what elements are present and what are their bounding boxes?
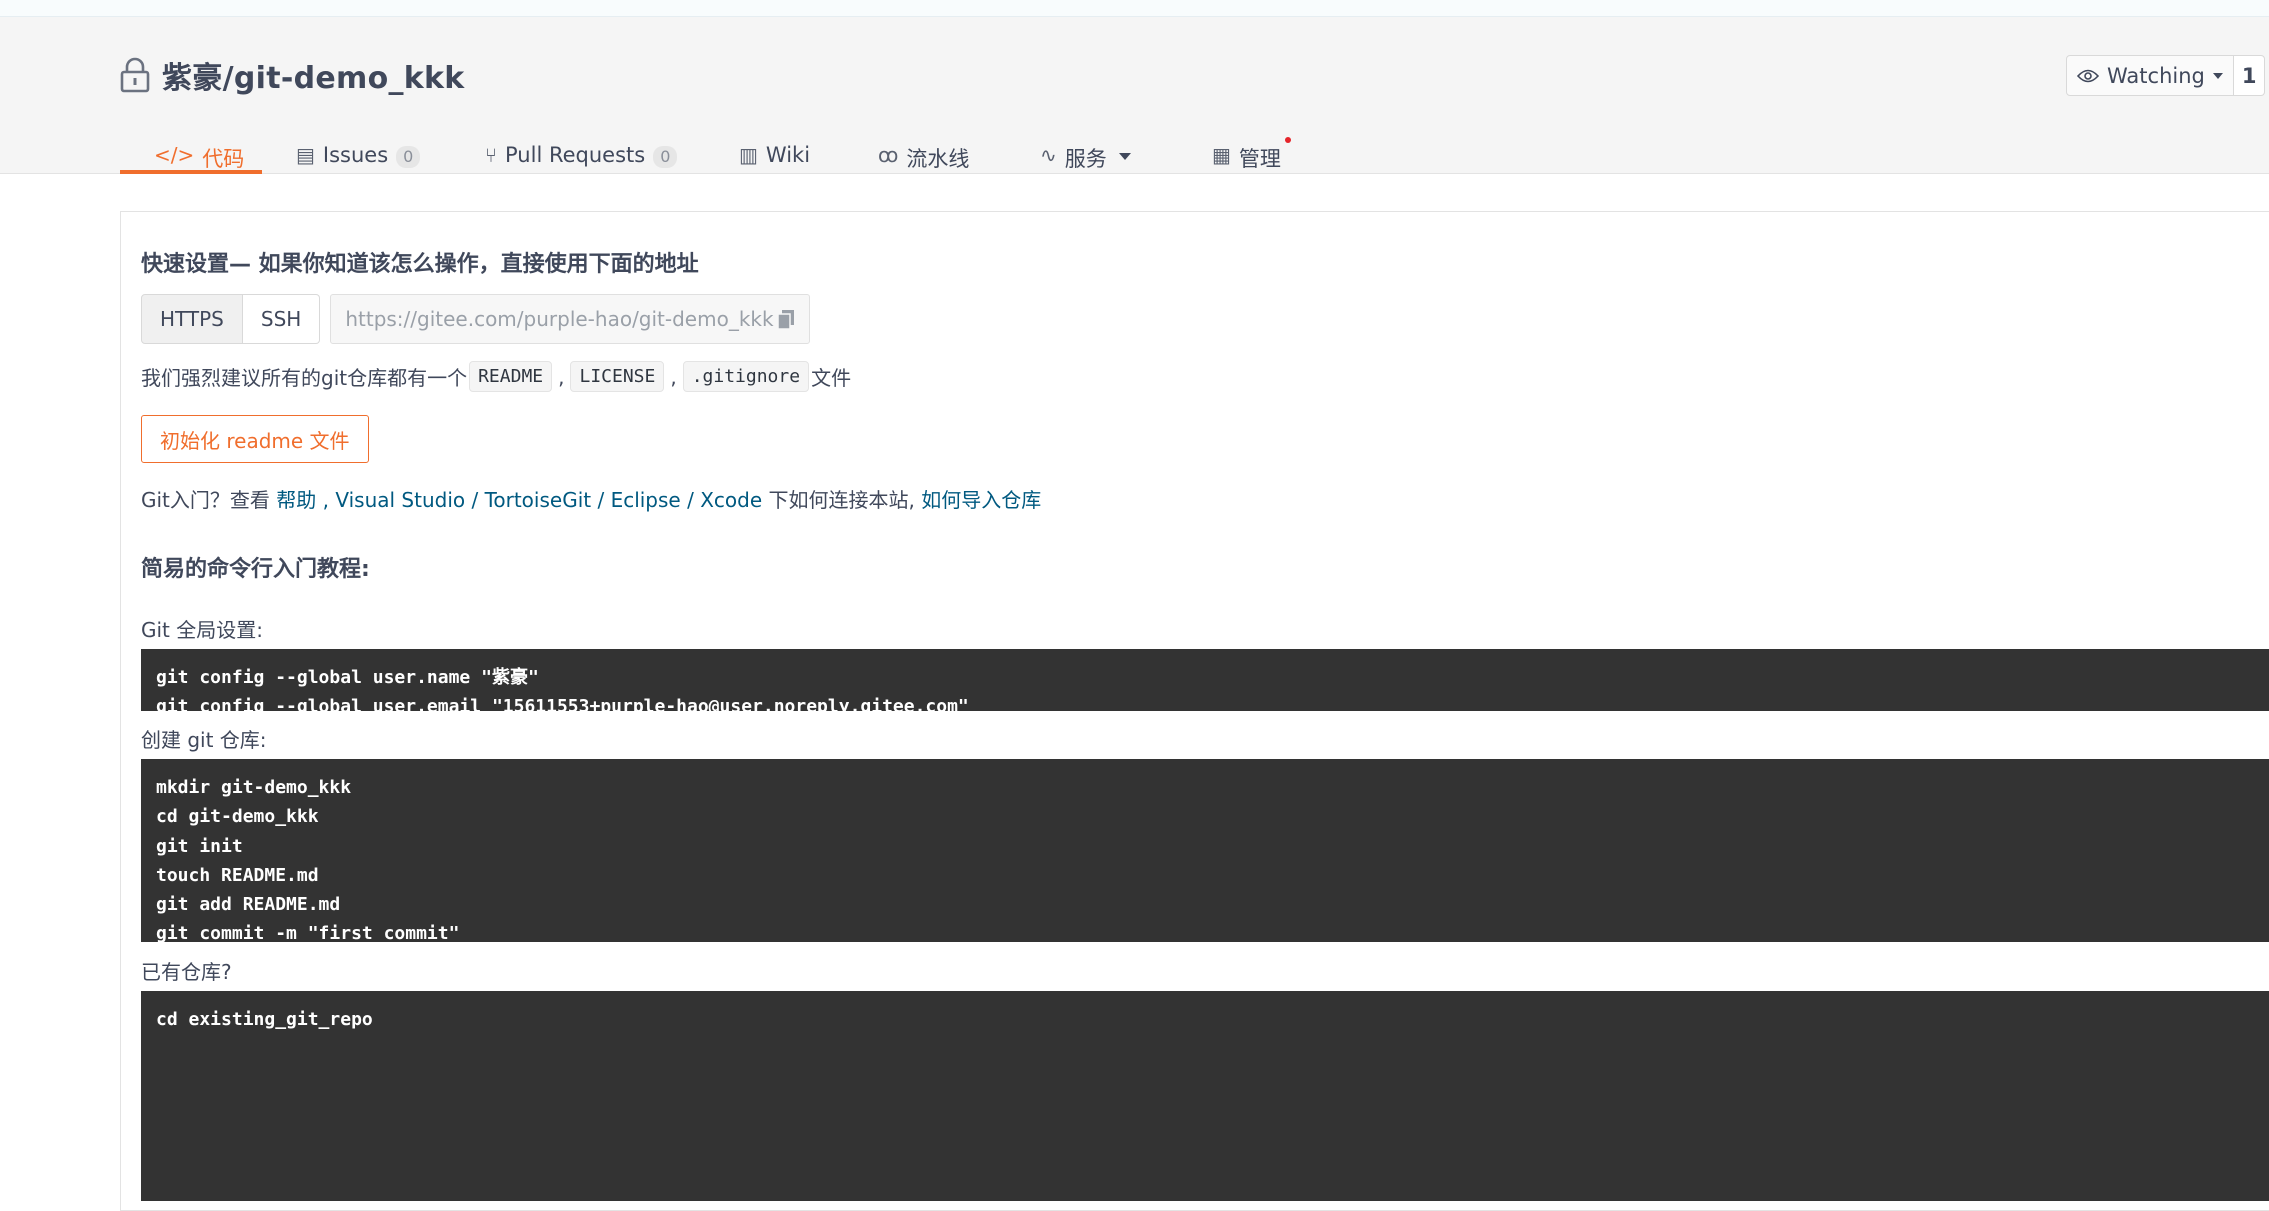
watch-label: Watching: [2107, 63, 2205, 88]
existing-repo-label: 已有仓库?: [141, 960, 232, 984]
quick-setup-title: 快速设置— 如果你知道该怎么操作，直接使用下面的地址: [141, 252, 699, 277]
xcode-link[interactable]: Xcode: [700, 488, 762, 512]
recommend-suffix: 文件: [811, 366, 852, 390]
tab-manage[interactable]: ▦ 管理: [1212, 127, 1291, 191]
tab-wiki[interactable]: ▥ Wiki: [739, 127, 810, 191]
tab-label: 管理: [1238, 147, 1281, 171]
https-button[interactable]: HTTPS: [141, 294, 243, 344]
help-link[interactable]: 帮助: [276, 488, 316, 512]
repo-title: 紫豪/git-demo_kkk: [118, 53, 465, 97]
tab-services[interactable]: ∿ 服务: [1040, 127, 1131, 191]
repo-name-link[interactable]: 紫豪/git-demo_kkk: [162, 53, 465, 97]
chevron-down-icon: [2212, 72, 2223, 79]
manage-icon: ▦: [1212, 143, 1231, 167]
readme-chip: README: [469, 361, 553, 392]
eye-icon: [2077, 69, 2099, 82]
existing-repo-code: cd existing_git_repo: [141, 991, 2269, 1201]
tab-label: Wiki: [765, 143, 811, 167]
tutorial-title: 简易的命令行入门教程:: [141, 557, 370, 582]
visual-studio-link[interactable]: Visual Studio: [335, 488, 465, 512]
lock-icon: [120, 57, 150, 93]
eclipse-link[interactable]: Eclipse: [611, 488, 681, 512]
slash: /: [591, 488, 611, 512]
watch-button[interactable]: Watching: [2066, 55, 2234, 96]
recommend-text: 我们强烈建议所有的git仓库都有一个 README , LICENSE , .g…: [141, 361, 851, 392]
init-readme-button[interactable]: 初始化 readme 文件: [141, 415, 369, 463]
git-intro-line: Git入门？查看 帮助 , Visual Studio / TortoiseGi…: [141, 484, 1041, 513]
create-repo-label: 创建 git 仓库:: [141, 728, 267, 752]
tab-label: 服务: [1064, 147, 1107, 171]
gitignore-chip: .gitignore: [682, 361, 810, 392]
create-repo-code: mkdir git-demo_kkk cd git-demo_kkk git i…: [141, 759, 2269, 1003]
tab-pipeline[interactable]: ꝏ 流水线: [878, 127, 969, 191]
git-intro-prefix: Git入门？查看: [141, 488, 270, 512]
chevron-down-icon: [1118, 153, 1131, 160]
pr-count-badge: 0: [653, 146, 678, 168]
tab-label: Pull Requests: [505, 143, 646, 167]
pull-request-icon: ⑂: [485, 143, 497, 167]
global-setup-label: Git 全局设置:: [141, 618, 263, 642]
git-intro-middle: 下如何连接本站,: [762, 488, 922, 512]
global-setup-code: git config --global user.name "紫豪" git c…: [141, 649, 2269, 717]
tab-label: 流水线: [906, 147, 970, 171]
clone-url-input[interactable]: https://gitee.com/purple-hao/git-demo_kk…: [330, 294, 811, 344]
ssh-button[interactable]: SSH: [242, 294, 321, 344]
tab-issues[interactable]: ▤ Issues 0: [296, 127, 421, 191]
copy-icon[interactable]: [777, 309, 795, 331]
slash: /: [465, 488, 485, 512]
wiki-icon: ▥: [739, 143, 758, 167]
separator: ,: [558, 364, 565, 389]
slash: /: [680, 488, 701, 512]
issues-icon: ▤: [296, 143, 315, 167]
tab-label: 代码: [202, 147, 245, 171]
separator: ,: [670, 364, 677, 389]
services-icon: ∿: [1040, 143, 1057, 167]
tab-pull-requests[interactable]: ⑂ Pull Requests 0: [485, 127, 678, 191]
issues-count-badge: 0: [396, 146, 421, 168]
watch-count[interactable]: 1: [2233, 55, 2266, 96]
top-strip: [0, 0, 2269, 17]
notification-dot: [1284, 137, 1291, 143]
clone-url-text: https://gitee.com/purple-hao/git-demo_kk…: [345, 307, 774, 331]
import-repo-link[interactable]: 如何导入仓库: [921, 488, 1041, 512]
recommend-prefix: 我们强烈建议所有的git仓库都有一个: [141, 366, 468, 390]
tab-label: Issues: [322, 143, 389, 167]
code-icon: </>: [154, 143, 195, 167]
tortoisegit-link[interactable]: TortoiseGit: [485, 488, 592, 512]
tab-code[interactable]: </> 代码: [154, 127, 244, 191]
comma: ,: [316, 488, 336, 512]
watch-group: Watching 1: [2066, 55, 2269, 96]
license-chip: LICENSE: [570, 361, 665, 392]
clone-url-group: HTTPS SSH https://gitee.com/purple-hao/g…: [141, 294, 811, 344]
pipeline-icon: ꝏ: [878, 143, 899, 167]
